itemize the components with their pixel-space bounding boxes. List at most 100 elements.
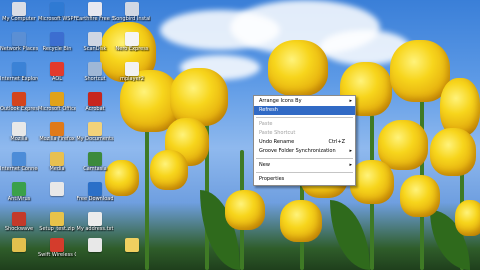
desktop-icon[interactable]: Setup_test.zip [38, 212, 76, 232]
desktop-icon-label: Mozilla [10, 136, 28, 142]
menu-item-arrange-icons-by[interactable]: Arrange Icons By ▸ [254, 97, 355, 106]
menu-item-groove-folder-synchronization[interactable]: Groove Folder Synchronization ▸ [254, 147, 355, 156]
desktop-icon[interactable]: Media [38, 152, 76, 172]
desktop-icon-label: Outlook Express [0, 106, 38, 112]
desktop-icon-label: Songbird Installer [113, 16, 151, 22]
desktop-icon-label: My Documents [76, 136, 114, 142]
desktop-icon[interactable] [113, 238, 151, 252]
menu-item-new[interactable]: New ▸ [254, 161, 355, 170]
tulip-leaf [330, 200, 370, 270]
tulip-flower [455, 200, 480, 236]
internet-explorer-icon [12, 62, 26, 76]
tulip-flower [150, 150, 188, 190]
desktop-icon-label: Internet Explorer [0, 76, 38, 82]
media-player-icon [125, 62, 139, 76]
desktop-icon[interactable]: Outlook Express [0, 92, 38, 112]
desktop-icon-label: Earthfire Free Screensaver [76, 16, 114, 22]
menu-item-paste-shortcut[interactable]: Paste Shortcut [254, 129, 355, 138]
desktop-icon-label: Network Places [0, 46, 38, 52]
desktop-icon[interactable]: AOL [38, 62, 76, 82]
aol-icon [50, 62, 64, 76]
desktop-icon[interactable]: Earthfire Free Screensaver [76, 2, 114, 22]
desktop-icon[interactable]: AntiVirus [0, 182, 38, 202]
menu-item-label: Arrange Icons By [259, 98, 302, 104]
menu-item-refresh[interactable]: Refresh [254, 106, 355, 115]
desktop-icon[interactable]: Camtasia [76, 152, 114, 172]
desktop-icon[interactable] [76, 238, 114, 252]
desktop-icon[interactable]: Microsoft WSPF [38, 2, 76, 22]
desktop-icon[interactable]: Internet Connection [0, 152, 38, 172]
desktop-icon[interactable]: Swift Wireless Control [38, 238, 76, 258]
menu-item-undo-rename[interactable]: Undo Rename Ctrl+Z [254, 138, 355, 147]
tulip-flower [280, 200, 322, 242]
nero-icon [125, 32, 139, 46]
zip-icon [50, 212, 64, 226]
network-places-icon [12, 32, 26, 46]
desktop-icon[interactable]: Internet Explorer [0, 62, 38, 82]
menu-separator [256, 117, 353, 118]
desktop-icon[interactable]: Free Download [76, 182, 114, 202]
desktop-icon-label: Camtasia [83, 166, 107, 172]
desktop-icon-label: Microsoft WSPF [38, 16, 76, 22]
connection-icon [12, 152, 26, 166]
desktop-icon[interactable]: My address.txt [76, 212, 114, 232]
wireless-icon [50, 238, 64, 252]
tulip-flower [268, 40, 328, 96]
menu-item-properties[interactable]: Properties [254, 175, 355, 184]
screensaver-icon [88, 2, 102, 16]
desktop-icon[interactable]: Mozilla Firefox [38, 122, 76, 142]
desktop-icon[interactable]: Acrobat [76, 92, 114, 112]
tulip-flower [440, 78, 480, 136]
desktop-icon[interactable]: Shockwave [0, 212, 38, 232]
menu-item-label: Properties [259, 176, 285, 182]
folder-icon [12, 238, 26, 252]
firefox-icon [50, 122, 64, 136]
desktop-icon-label: Acrobat [85, 106, 105, 112]
folder-icon [50, 152, 64, 166]
desktop-icon-label: Setup_test.zip [39, 226, 75, 232]
desktop-wallpaper[interactable]: My Computer Microsoft WSPF Earthfire Free … [0, 0, 480, 270]
menu-item-label: Paste [259, 121, 273, 127]
tulip-flower [400, 175, 440, 217]
desktop-icon[interactable]: Microsoft Office [38, 92, 76, 112]
tulip-flower [430, 128, 476, 176]
desktop-icon[interactable]: My Computer [0, 2, 38, 22]
menu-separator [256, 172, 353, 173]
menu-item-paste[interactable]: Paste [254, 120, 355, 129]
desktop-icon-label: Internet Connection [0, 166, 38, 172]
wspf-icon [50, 2, 64, 16]
shockwave-icon [12, 212, 26, 226]
desktop-icon[interactable]: Shortcut [76, 62, 114, 82]
menu-item-label: Groove Folder Synchronization [259, 148, 336, 154]
menu-item-shortcut: Ctrl+Z [328, 139, 345, 145]
desktop-icon-label: mplayer2 [120, 76, 144, 82]
scandisk-icon [88, 32, 102, 46]
desktop-icon[interactable]: My Documents [76, 122, 114, 142]
tulip-flower [170, 68, 228, 126]
desktop-icon-label: Nero Express [115, 46, 149, 52]
desktop-icon[interactable] [38, 182, 76, 196]
submenu-arrow-icon: ▸ [349, 148, 352, 154]
document-icon [88, 238, 102, 252]
folder-icon [88, 122, 102, 136]
desktop-icons: My Computer Microsoft WSPF Earthfire Free … [0, 0, 151, 270]
submenu-arrow-icon: ▸ [349, 162, 352, 168]
desktop-icon[interactable] [0, 238, 38, 252]
tulip-flower [225, 190, 265, 230]
desktop-icon[interactable]: Mozilla [0, 122, 38, 142]
tulip-flower [350, 160, 394, 204]
desktop-icon-label: Microsoft Office [38, 106, 76, 112]
desktop-icon[interactable]: Songbird Installer [113, 2, 151, 22]
desktop-icon-label: Free Download [76, 196, 114, 202]
desktop-icon[interactable]: Nero Express [113, 32, 151, 52]
desktop-icon[interactable]: mplayer2 [113, 62, 151, 82]
desktop-icon[interactable]: ScanDisk [76, 32, 114, 52]
desktop-icon[interactable]: Recycle Bin [38, 32, 76, 52]
desktop-context-menu: Arrange Icons By ▸ Refresh Paste Paste Short… [253, 95, 356, 186]
mozilla-icon [12, 122, 26, 136]
menu-item-label: Paste Shortcut [259, 130, 296, 136]
desktop-icon-label: Media [49, 166, 65, 172]
camtasia-icon [88, 152, 102, 166]
desktop-icon[interactable]: Network Places [0, 32, 38, 52]
download-icon [88, 182, 102, 196]
